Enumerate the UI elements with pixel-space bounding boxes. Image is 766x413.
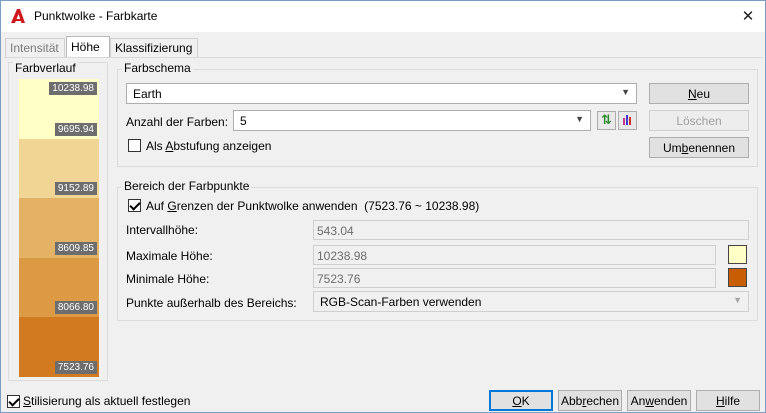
gradient-band: 8609.85	[19, 198, 99, 258]
interval-height-field: 543.04	[313, 220, 749, 240]
swap-order-button[interactable]: ⇅	[597, 111, 616, 130]
gradient-group: Farbverlauf 10238.98 9695.94 9152.89 860…	[8, 61, 108, 381]
cancel-button[interactable]: Abbrechen	[558, 390, 622, 411]
ok-button[interactable]: OK	[489, 390, 553, 411]
new-scheme-button[interactable]: Neu	[649, 83, 749, 104]
color-count-label: Anzahl der Farben:	[126, 115, 229, 129]
chevron-down-icon: ▼	[575, 114, 584, 124]
band-value-label: 9152.89	[54, 182, 97, 196]
chevron-down-icon: ▼	[621, 87, 630, 97]
color-scheme-select[interactable]: Earth ▼	[126, 83, 637, 104]
autocad-logo-icon	[11, 9, 25, 23]
min-height-label: Minimale Höhe:	[126, 272, 210, 286]
apply-button[interactable]: Anwenden	[627, 390, 691, 411]
apply-bounds-checkbox[interactable]	[128, 199, 141, 212]
min-height-field: 7523.76	[313, 268, 716, 288]
color-bars-button[interactable]	[618, 111, 637, 130]
band-value-label: 8066.80	[54, 301, 97, 315]
outside-points-select[interactable]: RGB-Scan-Farben verwenden ▼	[313, 291, 749, 312]
set-current-checkbox[interactable]	[7, 395, 20, 408]
gradient-band: 10238.98 9695.94	[19, 79, 99, 139]
tab-intensitaet[interactable]: Intensität	[5, 38, 65, 57]
show-steps-checkbox[interactable]	[128, 139, 141, 152]
range-group-label: Bereich der Farbpunkte	[122, 179, 252, 193]
max-color-swatch[interactable]	[728, 245, 747, 264]
range-group: Bereich der Farbpunkte Auf Grenzen der P…	[117, 179, 758, 321]
color-bars-icon	[623, 115, 631, 125]
window-title: Punktwolke - Farbkarte	[34, 9, 158, 23]
min-color-swatch[interactable]	[728, 268, 747, 287]
help-button[interactable]: Hilfe	[696, 390, 760, 411]
color-scheme-group: Farbschema Earth ▼ Neu Anzahl der Farben…	[117, 61, 758, 167]
show-steps-label: Als Abstufung anzeigen	[146, 139, 272, 153]
set-current-label: Stilisierung als aktuell festlegen	[23, 394, 191, 408]
gradient-color-bar: 10238.98 9695.94 9152.89 8609.85 8066.80…	[19, 79, 99, 377]
tab-klassifizierung[interactable]: Klassifizierung	[110, 38, 198, 57]
outside-points-label: Punkte außerhalb des Bereichs:	[126, 296, 297, 310]
rename-scheme-button[interactable]: Umbenennen	[649, 137, 749, 158]
gradient-band: 8066.80	[19, 257, 99, 318]
gradient-band: 9152.89	[19, 138, 99, 199]
close-button[interactable]: ✕	[731, 1, 765, 31]
interval-height-label: Intervallhöhe:	[126, 223, 199, 237]
apply-bounds-label: Auf Grenzen der Punktwolke anwenden (752…	[146, 199, 480, 213]
close-icon: ✕	[741, 8, 755, 25]
gradient-group-label: Farbverlauf	[13, 61, 78, 75]
chevron-down-icon: ▼	[733, 295, 742, 305]
band-value-label: 8609.85	[54, 241, 97, 255]
bounds-range-text: (7523.76 ~ 10238.98)	[364, 199, 480, 213]
tab-hoehe[interactable]: Höhe	[66, 36, 110, 58]
band-value-label: 7523.76	[54, 360, 97, 374]
title-bar: Punktwolke - Farbkarte ✕	[1, 1, 765, 32]
max-height-field: 10238.98	[313, 245, 716, 265]
dialog-window: Punktwolke - Farbkarte ✕ Intensität Höhe…	[0, 0, 766, 413]
band-value-label: 9695.94	[54, 122, 97, 136]
max-height-label: Maximale Höhe:	[126, 249, 213, 263]
gradient-band: 7523.76	[19, 317, 99, 377]
color-count-select[interactable]: 5 ▼	[233, 110, 591, 131]
swap-order-icon: ⇅	[601, 112, 612, 127]
color-scheme-group-label: Farbschema	[122, 61, 193, 75]
band-value-label: 10238.98	[49, 82, 97, 95]
delete-scheme-button[interactable]: Löschen	[649, 110, 749, 131]
